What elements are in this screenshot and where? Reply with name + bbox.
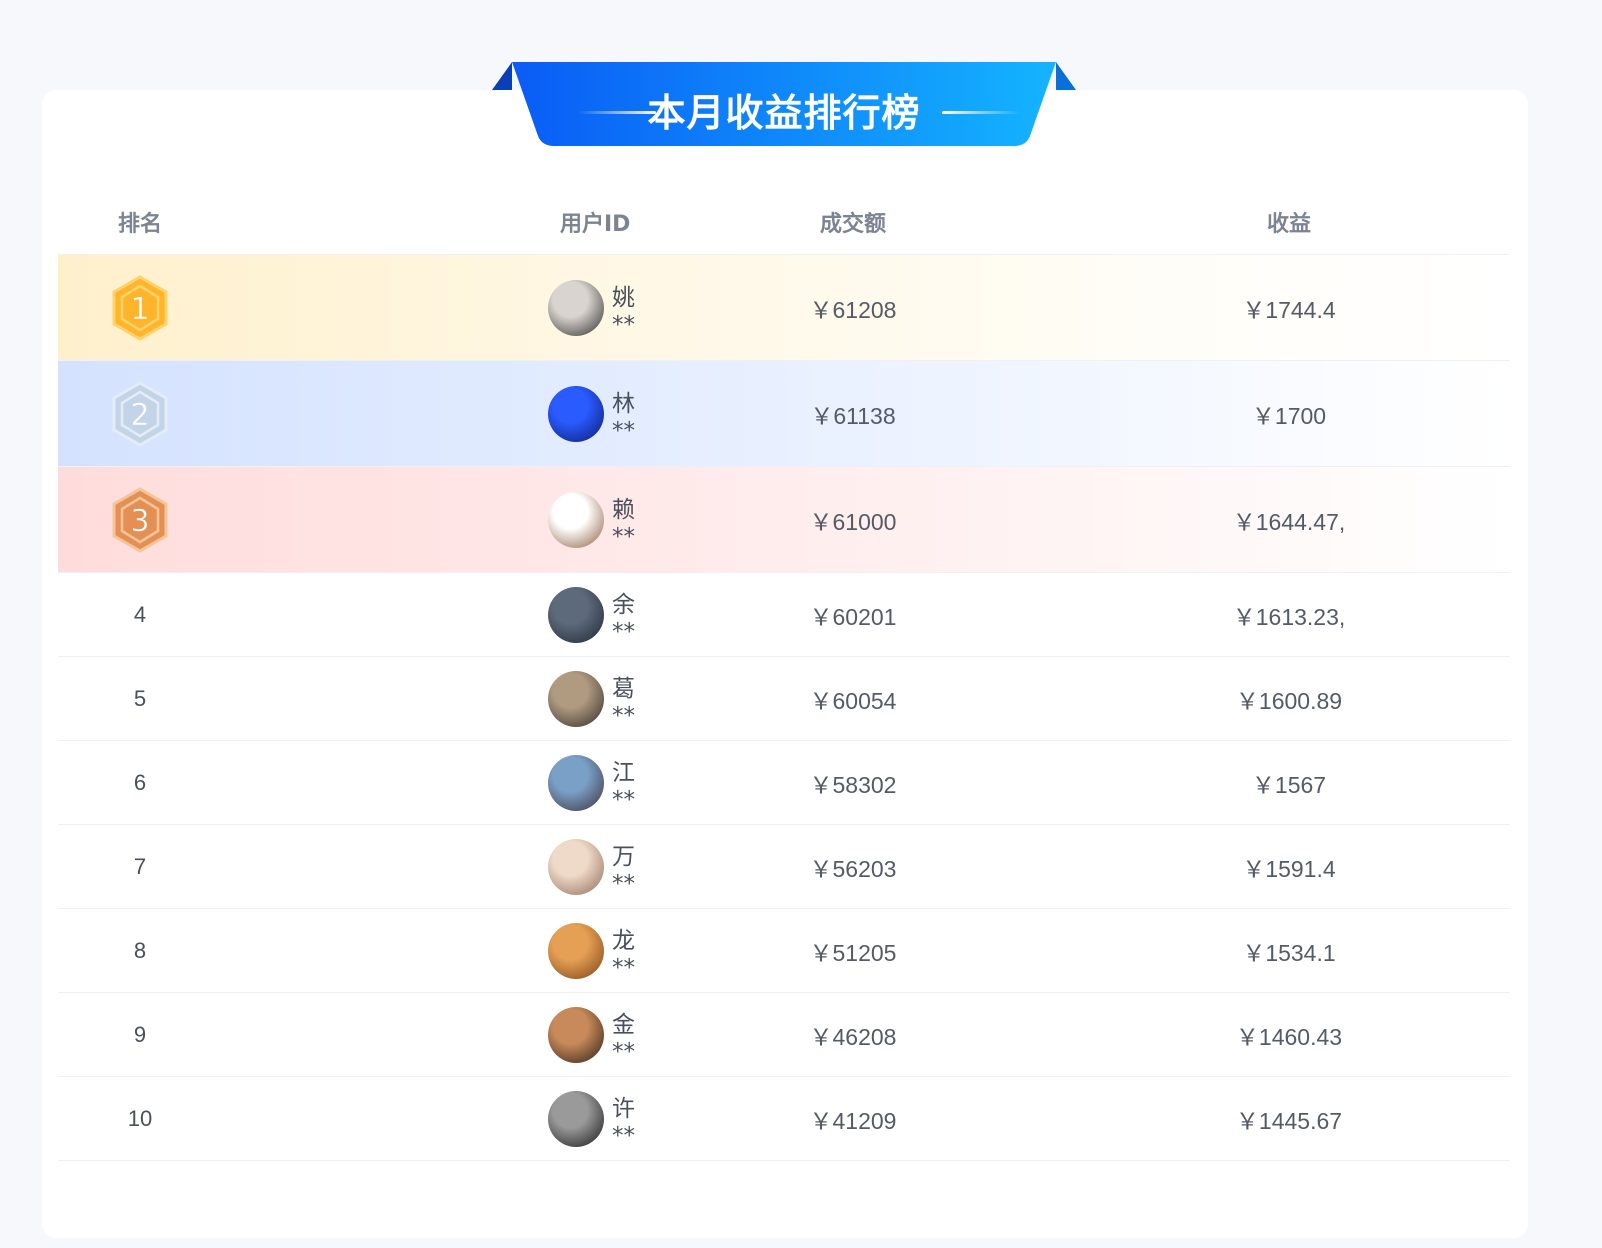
amount-value: ￥56203 — [809, 855, 897, 882]
income-value: ￥1744.4 — [1242, 296, 1336, 323]
table-row: 7 万** ￥56203 ￥1591.4 — [58, 825, 1510, 909]
amount-value: ￥61208 — [809, 296, 897, 323]
header-rank: 排名 — [117, 212, 162, 237]
rank-number: 5 — [133, 685, 147, 711]
table-row: 1 姚** ￥61208 ￥1744.4 — [58, 255, 1510, 361]
income-value: ￥1534.1 — [1242, 939, 1336, 966]
amount-value: ￥60201 — [809, 603, 897, 630]
table-row: 9 金** ￥46208 ￥1460.43 — [58, 993, 1510, 1077]
header-income: 收益 — [1266, 212, 1311, 237]
user-cell: 龙** — [222, 909, 638, 992]
user-cell: 姚** — [222, 255, 638, 360]
user-name: 赖** — [612, 496, 635, 550]
table-row: 4 余** ￥60201 ￥1613.23, — [58, 573, 1510, 657]
panda-avatar — [548, 279, 604, 336]
user-info: 余** — [548, 585, 638, 645]
income-value: ￥1600.89 — [1235, 687, 1343, 714]
user-cell: 万** — [222, 825, 638, 908]
user-name: 许** — [612, 1095, 635, 1149]
income-value: ￥1567 — [1251, 771, 1327, 798]
user-info: 龙** — [548, 921, 638, 981]
amount-value: ￥61138 — [810, 402, 896, 429]
illustration-avatar — [548, 838, 604, 895]
user-cell: 余** — [222, 573, 638, 656]
person-city-avatar — [548, 754, 604, 811]
amount-value: ￥51205 — [809, 939, 897, 966]
user-cell: 许** — [222, 1077, 638, 1160]
bronze-medal-icon: 3 — [58, 486, 222, 553]
user-cell: 林** — [222, 361, 638, 466]
amount-value: ￥60054 — [809, 687, 897, 714]
amount-value: ￥46208 — [809, 1023, 897, 1050]
income-value: ￥1460.43 — [1235, 1023, 1343, 1050]
warm-photo-avatar — [548, 1006, 604, 1063]
dark-portrait-avatar — [548, 586, 604, 643]
table-row: 8 龙** ￥51205 ￥1534.1 — [58, 909, 1510, 993]
user-name: 金** — [612, 1011, 635, 1065]
ribbon-line-right — [942, 111, 1020, 114]
silver-medal-icon: 2 — [58, 380, 222, 447]
user-name: 葛** — [612, 675, 635, 729]
user-info: 万** — [548, 837, 638, 897]
user-name: 姚** — [612, 284, 635, 338]
medal-rank-number: 3 — [130, 504, 149, 539]
amount-value: ￥41209 — [809, 1107, 897, 1134]
user-info: 赖** — [548, 490, 638, 550]
rank-number: 4 — [133, 601, 147, 627]
user-name: 万** — [612, 843, 635, 897]
ranking-table: 排名 用户ID 成交额 收益 1 姚** ￥61208 ￥1744.4 2 林** ￥611… — [58, 190, 1510, 1161]
user-name: 林** — [612, 390, 635, 444]
header-user: 用户ID — [560, 212, 631, 237]
amount-value: ￥61000 — [809, 508, 897, 535]
medal-rank-number: 2 — [130, 398, 149, 433]
user-info: 葛** — [548, 669, 638, 729]
income-value: ￥1613.23, — [1232, 603, 1346, 630]
title-ribbon: 本月收益排行榜 — [492, 62, 1076, 148]
header-amount: 成交额 — [819, 212, 886, 237]
gold-medal-icon: 1 — [58, 274, 222, 341]
car-avatar — [548, 670, 604, 727]
medal-rank-number: 1 — [130, 292, 149, 327]
user-name: 余** — [612, 591, 635, 645]
rank-number: 9 — [133, 1021, 147, 1047]
rank-number: 6 — [133, 769, 147, 795]
income-value: ￥1700 — [1251, 402, 1327, 429]
user-info: 林** — [548, 384, 638, 444]
table-header: 排名 用户ID 成交额 收益 — [58, 190, 1510, 255]
cartoon-boy-avatar — [548, 491, 604, 548]
income-value: ￥1591.4 — [1242, 855, 1336, 882]
user-info: 江** — [548, 753, 638, 813]
dog-avatar — [548, 922, 604, 979]
rank-number: 8 — [133, 937, 147, 963]
black-white-avatar — [548, 1090, 604, 1147]
user-name: 江** — [612, 759, 635, 813]
rank-number: 7 — [133, 853, 147, 879]
user-info: 许** — [548, 1089, 638, 1149]
table-row: 6 江** ￥58302 ￥1567 — [58, 741, 1510, 825]
user-cell: 赖** — [222, 467, 638, 572]
income-value: ￥1644.47, — [1232, 508, 1346, 535]
user-cell: 金** — [222, 993, 638, 1076]
user-info: 姚** — [548, 278, 638, 338]
income-value: ￥1445.67 — [1235, 1107, 1343, 1134]
user-cell: 葛** — [222, 657, 638, 740]
user-cell: 江** — [222, 741, 638, 824]
table-body: 1 姚** ￥61208 ￥1744.4 2 林** ￥61138 ￥1700 3 赖** ￥610… — [58, 255, 1510, 1161]
rank-number: 10 — [127, 1105, 153, 1131]
table-row: 2 林** ￥61138 ￥1700 — [58, 361, 1510, 467]
user-name: 龙** — [612, 927, 635, 981]
table-row: 3 赖** ￥61000 ￥1644.47, — [58, 467, 1510, 573]
tech-avatar — [548, 385, 604, 442]
table-row: 10 许** ￥41209 ￥1445.67 — [58, 1077, 1510, 1161]
amount-value: ￥58302 — [809, 771, 897, 798]
user-info: 金** — [548, 1005, 638, 1065]
page-title: 本月收益排行榜 — [647, 91, 921, 135]
table-row: 5 葛** ￥60054 ￥1600.89 — [58, 657, 1510, 741]
